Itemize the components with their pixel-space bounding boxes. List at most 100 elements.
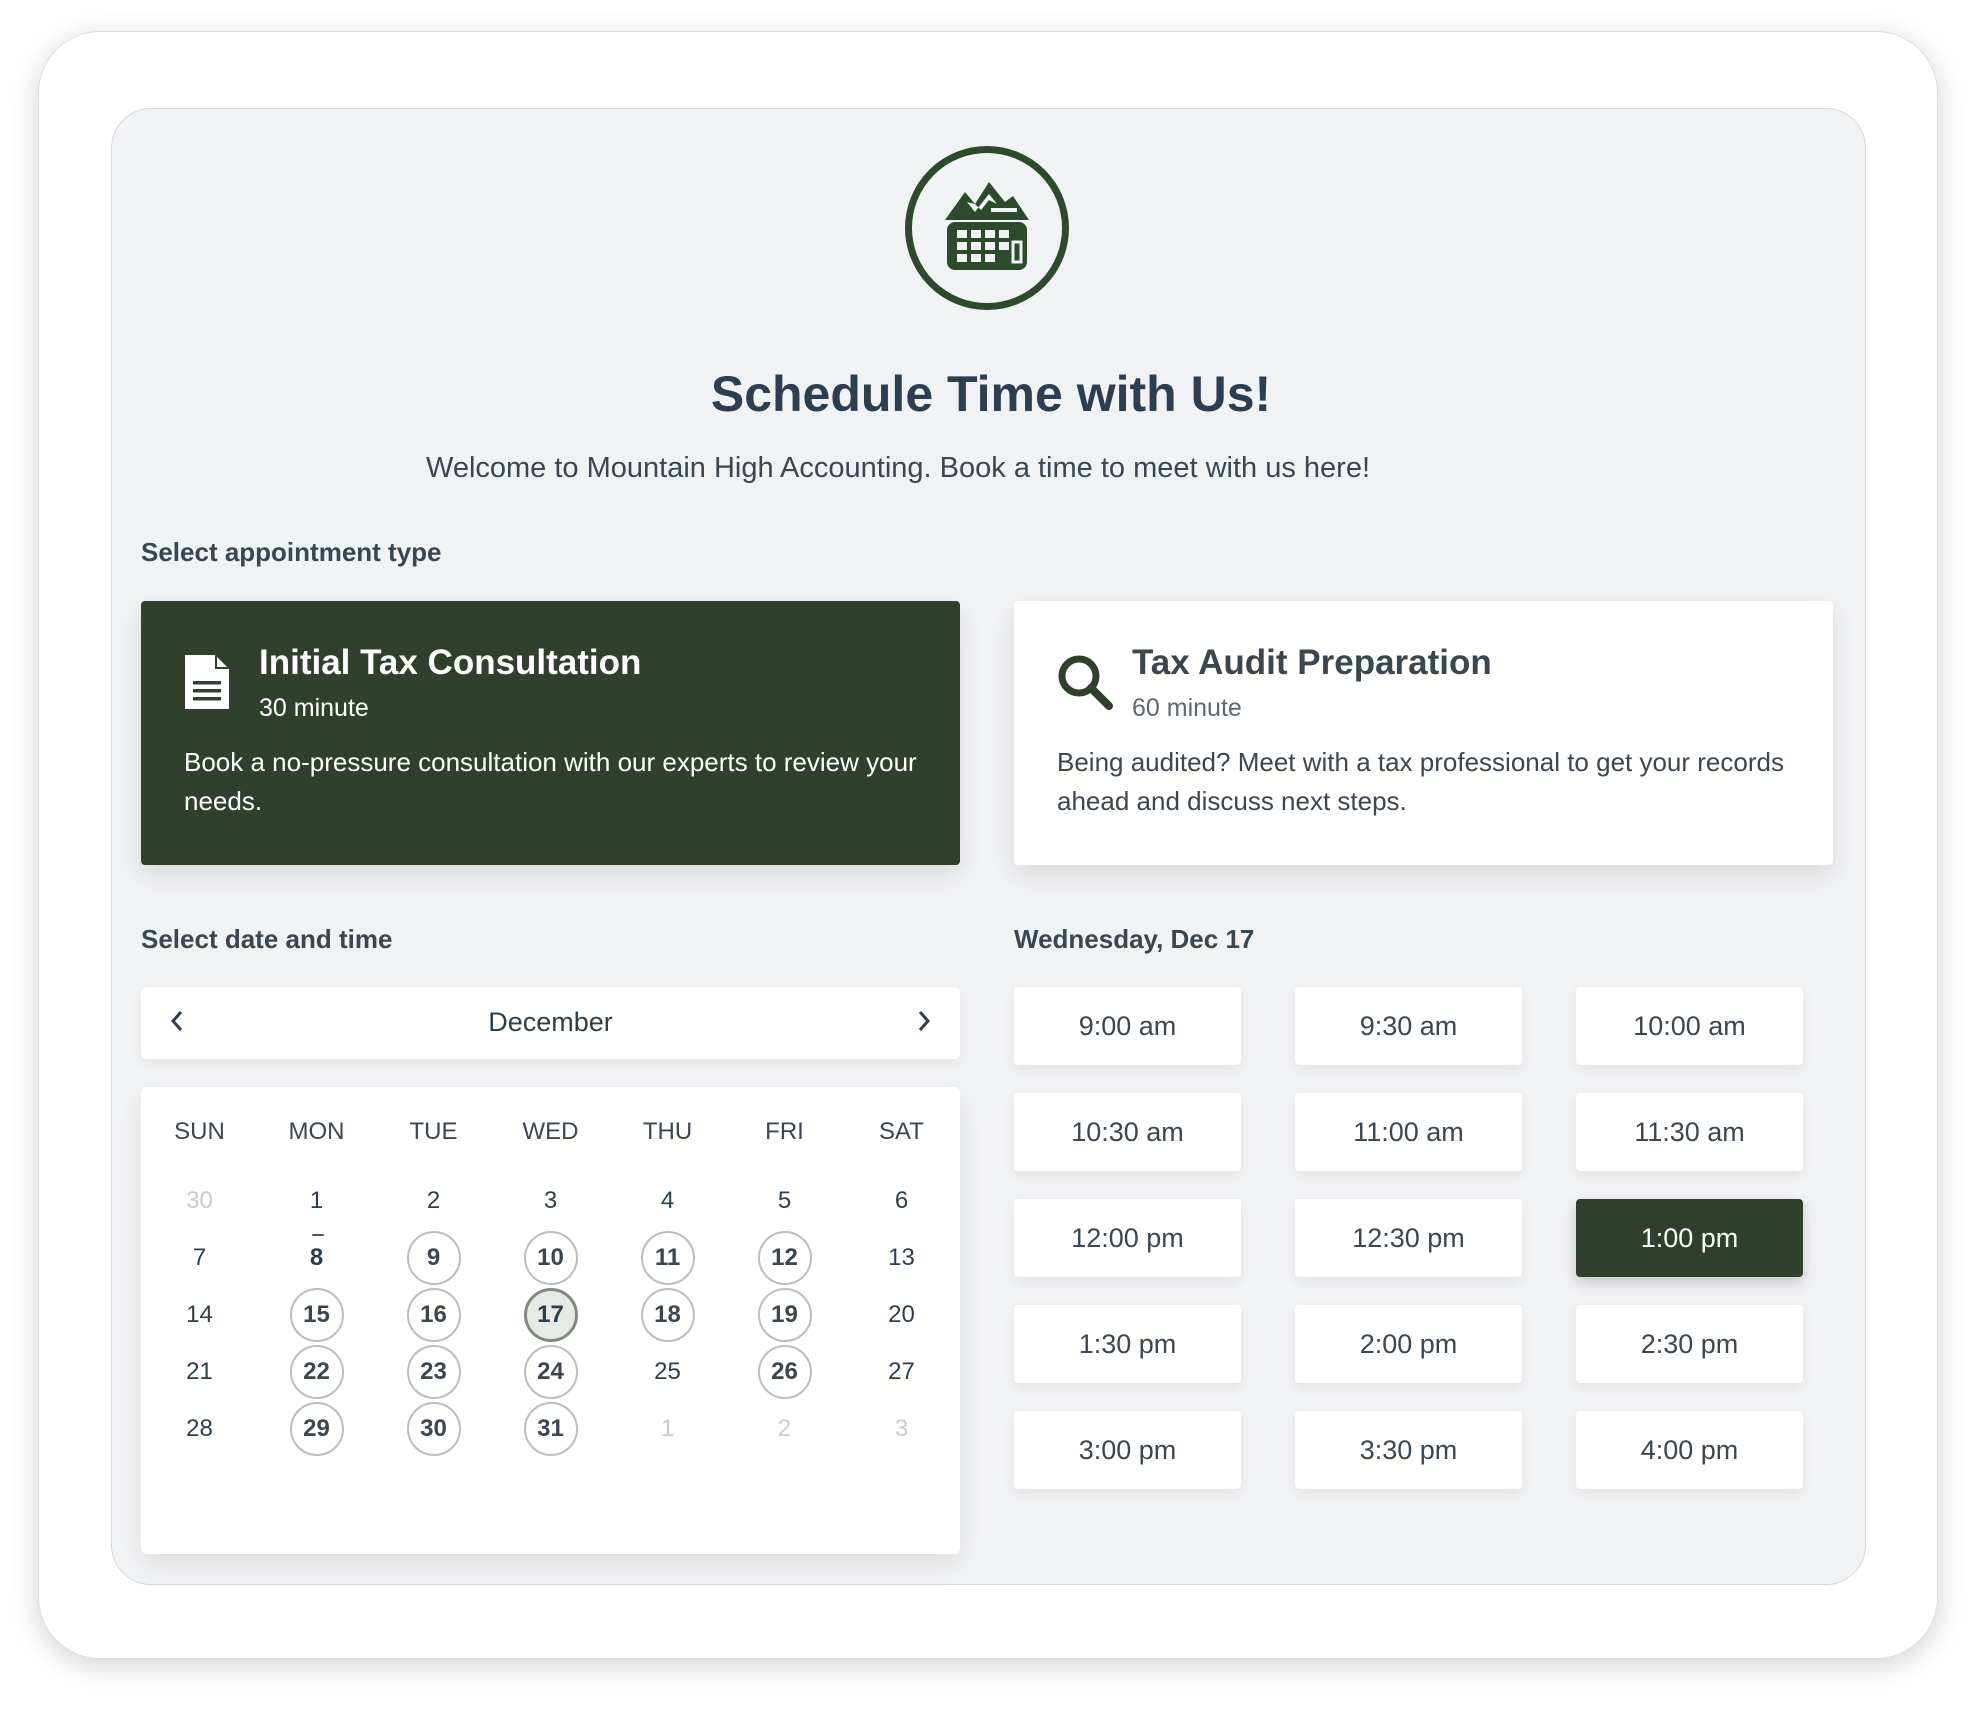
calendar-day[interactable]: 18 (640, 1288, 695, 1342)
page-title: Schedule Time with Us! (710, 366, 1272, 422)
appointment-type-description: Being audited? Meet with a tax professio… (1057, 747, 1784, 816)
calendar-day-cell: 9 (375, 1230, 492, 1286)
calendar-day[interactable]: 12 (757, 1231, 812, 1285)
appointment-type-initial-tax-consultation[interactable]: Initial Tax Consultation 30 minute Book … (141, 601, 960, 865)
month-name: December (488, 1007, 613, 1037)
calendar-day-cell: 4 (609, 1173, 726, 1229)
time-slot-selected[interactable]: 1:00 pm (1576, 1199, 1803, 1277)
calendar-day[interactable]: 23 (406, 1345, 461, 1399)
calendar-day-cell: 27 (843, 1344, 960, 1400)
time-slot-button[interactable]: 3:30 pm (1295, 1411, 1522, 1489)
month-navigator: December (141, 987, 960, 1059)
calendar-day: 4 (660, 1187, 675, 1214)
time-slot-button[interactable]: 12:30 pm (1295, 1199, 1522, 1277)
calendar-day-cell: 13 (843, 1230, 960, 1286)
calendar-day: 27 (888, 1358, 915, 1385)
calendar-day: 5 (777, 1187, 792, 1214)
selected-date-label: Wednesday, Dec 17 (1014, 924, 1255, 954)
calendar-day-cell: 16 (375, 1287, 492, 1343)
calendar-week-row: 28 29 30 31 1 2 3 (141, 1401, 960, 1457)
weekday-label: SAT (879, 1118, 924, 1145)
appointment-type-title: Initial Tax Consultation (259, 643, 642, 682)
calendar-day[interactable]: 16 (406, 1288, 461, 1342)
calendar-day-selected[interactable]: 17 (523, 1288, 578, 1342)
time-slot-button[interactable]: 10:00 am (1576, 987, 1803, 1065)
calendar-day-cell: 18 (609, 1287, 726, 1343)
calendar-day[interactable]: 15 (289, 1288, 344, 1342)
time-slot-button[interactable]: 11:00 am (1295, 1093, 1522, 1171)
calendar-day-cell: 1 (258, 1173, 375, 1229)
calendar-day: 28 (186, 1415, 213, 1442)
calendar-day-cell: 25 (609, 1344, 726, 1400)
search-icon (1056, 653, 1113, 719)
calendar-day[interactable]: 22 (289, 1345, 344, 1399)
calendar-day[interactable]: 29 (289, 1402, 344, 1456)
time-slot-button[interactable]: 4:00 pm (1576, 1411, 1803, 1489)
calendar-week-row: 14 15 16 17 18 19 20 (141, 1287, 960, 1343)
time-slot-button[interactable]: 11:30 am (1576, 1093, 1803, 1171)
weekday-label: MON (288, 1118, 345, 1145)
calendar-day[interactable]: 11 (640, 1231, 695, 1285)
calendar-day-cell: 3 (843, 1401, 960, 1457)
calendar-day-cell: 11 (609, 1230, 726, 1286)
date-time-label: Select date and time (141, 924, 393, 954)
calendar-week-row: 7 8 9 10 11 12 13 (141, 1230, 960, 1286)
calendar-day[interactable]: 19 (757, 1288, 812, 1342)
calendar-day-cell: 17 (492, 1287, 609, 1343)
time-slot-button[interactable]: 2:30 pm (1576, 1305, 1803, 1383)
document-icon (183, 653, 239, 719)
calendar-day-cell: 3 (492, 1173, 609, 1229)
time-slot-button[interactable]: 10:30 am (1014, 1093, 1241, 1171)
weekday-label: TUE (409, 1118, 458, 1145)
calendar-day[interactable]: 26 (757, 1345, 812, 1399)
calendar-day-cell: 14 (141, 1287, 258, 1343)
calendar-day[interactable]: 9 (406, 1231, 461, 1285)
calendar-day[interactable]: 10 (523, 1231, 578, 1285)
calendar-day-cell: 2 (726, 1401, 843, 1457)
time-slot-button[interactable]: 9:00 am (1014, 987, 1241, 1065)
calendar-day: 3 (894, 1415, 909, 1442)
calendar-day: 7 (192, 1244, 207, 1271)
page-subtitle: Welcome to Mountain High Accounting. Boo… (425, 452, 1371, 484)
calendar-day: 21 (186, 1358, 213, 1385)
calendar-day: 3 (543, 1187, 558, 1214)
calendar-day-cell: 7 (141, 1230, 258, 1286)
calendar-day: 8 (290, 1231, 344, 1285)
calendar-day[interactable]: 24 (523, 1345, 578, 1399)
calendar-day-cell: 1 (609, 1401, 726, 1457)
time-slot-button[interactable]: 2:00 pm (1295, 1305, 1522, 1383)
calendar-day: 20 (888, 1301, 915, 1328)
weekday-label: SUN (174, 1118, 225, 1145)
calendar-day-cell: 5 (726, 1173, 843, 1229)
next-month-button[interactable] (888, 987, 960, 1059)
calendar-day[interactable]: 31 (523, 1402, 578, 1456)
calendar-day-cell: 29 (258, 1401, 375, 1457)
weekday-header: SUN MON TUE WED THU FRI SAT (141, 1087, 960, 1145)
calendar-day-cell: 6 (843, 1173, 960, 1229)
calendar-day-cell: 10 (492, 1230, 609, 1286)
calendar-day[interactable]: 30 (406, 1402, 461, 1456)
time-slot-button[interactable]: 1:30 pm (1014, 1305, 1241, 1383)
calendar-day-cell: 28 (141, 1401, 258, 1457)
appointment-type-duration: 30 minute (259, 694, 369, 722)
weekday-label: WED (522, 1118, 579, 1145)
calendar-day-cell: 30 (141, 1173, 258, 1229)
calendar-day-cell: 21 (141, 1344, 258, 1400)
chevron-right-icon (916, 1009, 932, 1038)
weekday-label: THU (642, 1118, 693, 1145)
calendar-day-cell: 12 (726, 1230, 843, 1286)
calendar-day: 13 (888, 1244, 915, 1271)
calendar-day-cell: 31 (492, 1401, 609, 1457)
time-slot-button[interactable]: 12:00 pm (1014, 1199, 1241, 1277)
calendar-day: 6 (894, 1187, 909, 1214)
time-slot-button[interactable]: 3:00 pm (1014, 1411, 1241, 1489)
calendar-day: 30 (186, 1187, 213, 1214)
calendar-day: 14 (186, 1301, 213, 1328)
appointment-type-tax-audit-preparation[interactable]: Tax Audit Preparation 60 minute Being au… (1014, 601, 1833, 865)
calendar-day-cell: 2 (375, 1173, 492, 1229)
calendar-day: 2 (777, 1415, 792, 1442)
calendar-day: 25 (654, 1358, 681, 1385)
calendar-day-cell: 24 (492, 1344, 609, 1400)
time-slot-button[interactable]: 9:30 am (1295, 987, 1522, 1065)
weekday-label: FRI (765, 1118, 804, 1145)
